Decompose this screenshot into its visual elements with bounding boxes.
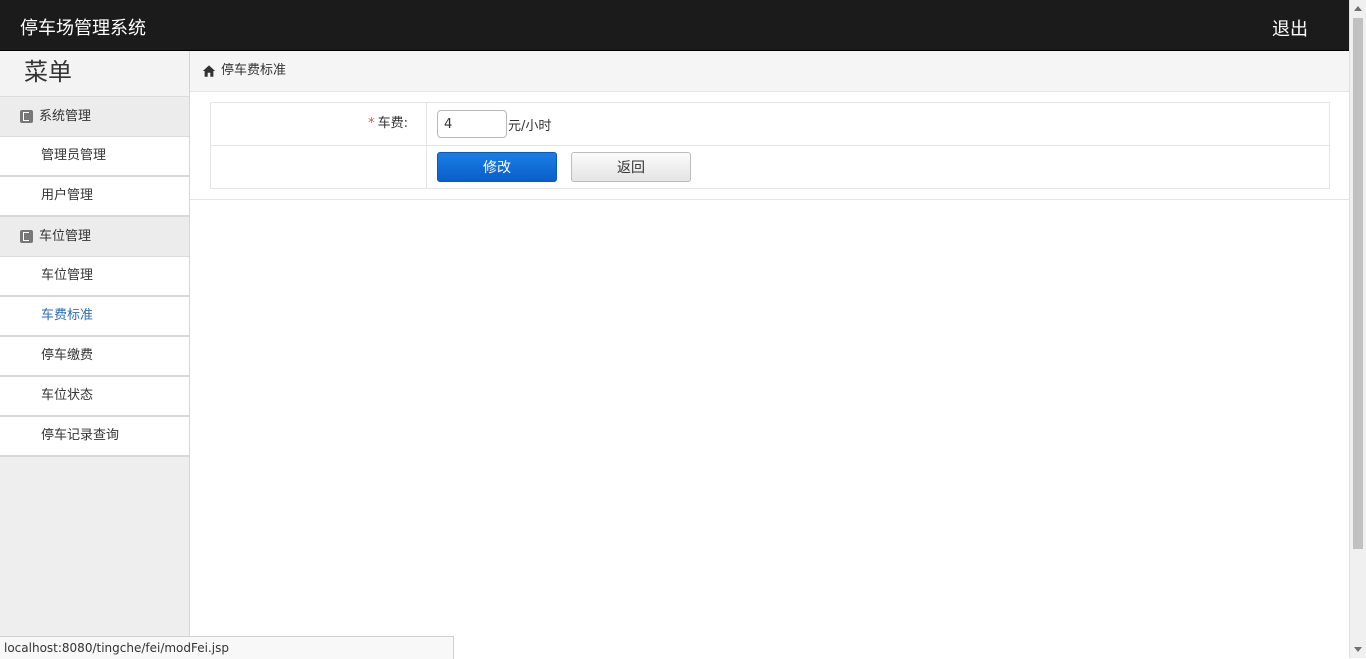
actions-label-cell	[211, 146, 427, 188]
home-icon	[202, 65, 216, 77]
scroll-thumb[interactable]	[1353, 18, 1363, 549]
scroll-up-arrow-icon[interactable]	[1354, 6, 1362, 11]
sidebar-item-fee-standard[interactable]: 车费标准	[0, 297, 189, 337]
fee-row: *车费: 元/小时	[211, 103, 1329, 146]
fee-form: *车费: 元/小时 修改 返回	[210, 102, 1330, 189]
sidebar-group-label: 系统管理	[39, 109, 92, 124]
fee-input[interactable]	[437, 110, 507, 138]
menu-title: 菜单	[0, 51, 189, 97]
status-bar-url: localhost:8080/tingche/fei/modFei.jsp	[0, 636, 454, 659]
fee-label: 车费:	[377, 116, 408, 131]
sidebar-item-space-status[interactable]: 车位状态	[0, 377, 189, 417]
sidebar-group-system[interactable]: 系统管理	[0, 97, 189, 137]
sidebar: 菜单 系统管理 管理员管理 用户管理 车位管理 车位管理 车费标准 停车缴费 车…	[0, 51, 190, 658]
app-title: 停车场管理系统	[20, 18, 146, 39]
bookmark-icon	[20, 110, 33, 123]
sidebar-item-space-management[interactable]: 车位管理	[0, 257, 189, 297]
top-navbar: 停车场管理系统 退出	[0, 0, 1349, 51]
sidebar-item-parking-payment[interactable]: 停车缴费	[0, 337, 189, 377]
fee-unit: 元/小时	[508, 118, 552, 134]
breadcrumb-label: 停车费标准	[221, 63, 287, 78]
back-button[interactable]: 返回	[571, 152, 691, 182]
required-marker: *	[368, 116, 375, 131]
sidebar-group-parking[interactable]: 车位管理	[0, 217, 189, 257]
main-content: 停车费标准 *车费: 元/小时 修改 返回	[190, 51, 1349, 658]
bookmark-icon	[20, 230, 33, 243]
sidebar-group-label: 车位管理	[39, 229, 92, 244]
sidebar-item-user-management[interactable]: 用户管理	[0, 177, 189, 217]
breadcrumb: 停车费标准	[190, 51, 1349, 92]
content-divider	[190, 199, 1349, 200]
sidebar-item-parking-records[interactable]: 停车记录查询	[0, 417, 189, 457]
vertical-scrollbar[interactable]	[1349, 0, 1366, 658]
sidebar-item-admin-management[interactable]: 管理员管理	[0, 137, 189, 177]
logout-link[interactable]: 退出	[1272, 15, 1308, 41]
actions-cell: 修改 返回	[427, 146, 1329, 188]
scroll-down-arrow-icon[interactable]	[1354, 647, 1362, 652]
fee-label-cell: * 车费:	[211, 103, 427, 145]
modify-button[interactable]: 修改	[437, 152, 557, 182]
fee-value-cell: 元/小时	[427, 103, 1329, 145]
actions-row: 修改 返回	[211, 146, 1329, 188]
